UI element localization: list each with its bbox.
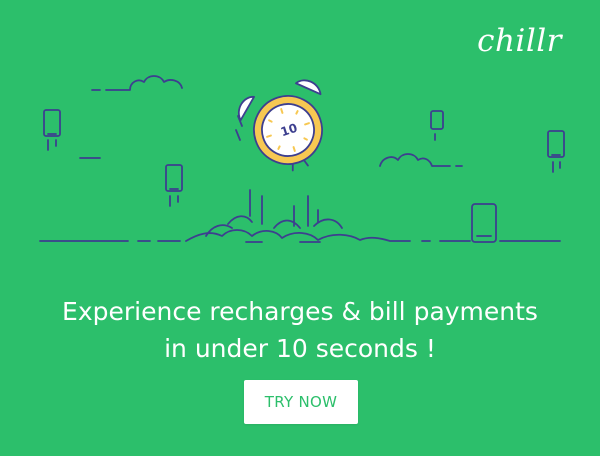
phone-icon xyxy=(547,130,565,173)
phone-icon xyxy=(471,203,497,243)
phone-icon xyxy=(430,110,444,141)
hero-illustration: 10 xyxy=(39,75,565,243)
headline: Experience recharges & bill payments in … xyxy=(0,293,600,367)
splash-lines xyxy=(205,189,343,243)
headline-line-1: Experience recharges & bill payments xyxy=(62,296,538,326)
cloud-icon xyxy=(91,75,183,91)
cloud-icon xyxy=(379,153,463,167)
try-now-button[interactable]: TRY NOW xyxy=(244,380,358,424)
headline-line-2: in under 10 seconds ! xyxy=(164,333,436,363)
promo-banner: chillr 10 Experience recharges & bill pa… xyxy=(0,0,600,456)
phone-icon xyxy=(165,164,183,207)
phone-icon xyxy=(43,109,61,151)
